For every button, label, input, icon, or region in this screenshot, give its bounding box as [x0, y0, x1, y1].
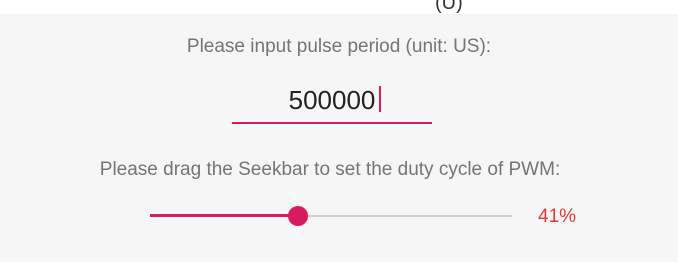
top-edge-strip: (U)	[0, 0, 678, 14]
pulse-period-label: Please input pulse period (unit: US):	[186, 36, 492, 57]
clipped-top-text: (U)	[435, 0, 463, 14]
seekbar-progress	[150, 214, 298, 217]
pulse-period-field[interactable]	[232, 80, 432, 126]
duty-cycle-value: 41%	[538, 206, 577, 227]
text-caret	[379, 86, 381, 112]
duty-cycle-seekbar[interactable]	[150, 203, 512, 229]
pulse-period-input[interactable]	[232, 80, 432, 120]
seekbar-thumb[interactable]	[288, 206, 308, 226]
duty-cycle-label: Please drag the Seekbar to set the duty …	[99, 159, 561, 180]
input-underline	[232, 122, 432, 124]
